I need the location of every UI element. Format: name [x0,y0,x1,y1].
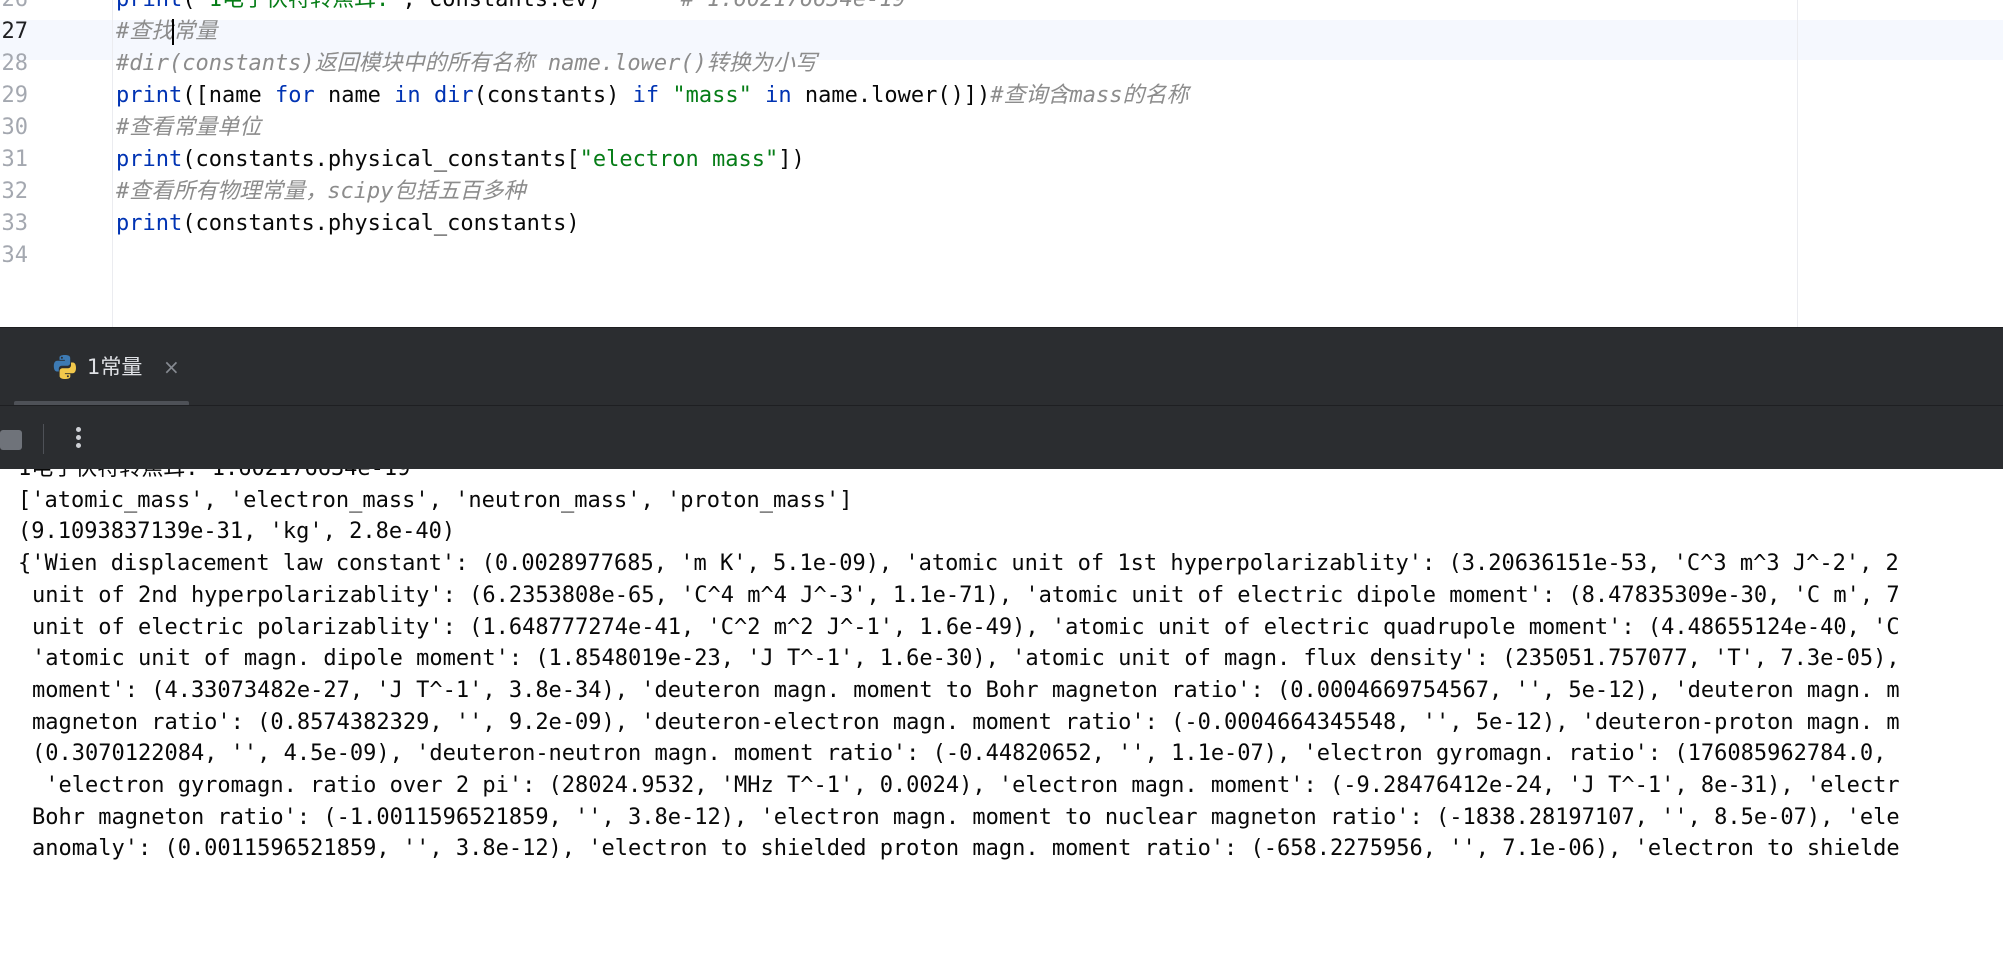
code-token: #查看常量单位 [116,115,262,140]
code-token: name.lower()]) [791,83,991,108]
code-token: #查看所有物理常量，scipy包括五百多种 [116,179,526,204]
code-token: dir [433,83,474,108]
console-line: anomaly': (0.0011596521859, '', 3.8e-12)… [32,836,1900,862]
toolbar-separator [43,424,44,454]
code-token: print [116,147,183,172]
code-token: name [314,83,395,108]
code-token: if [632,83,660,108]
code-token: in [765,83,792,108]
code-token: , constants.ev) [402,0,601,12]
code-token: "electron mass" [579,147,779,172]
run-tab[interactable]: 1常量 × [14,328,190,406]
code-token: # 1.602176634e-19 [681,0,906,12]
code-token: #查找 [116,19,174,44]
run-tool-window-header: 1常量 × [0,327,2003,406]
python-icon [53,355,76,379]
code-token: print [116,83,183,108]
code-token: for [274,83,315,108]
code-token: ([name [182,83,275,108]
code-token: ]) [778,147,805,172]
code-token: #dir(constants)返回模块中的所有名称 name.lower()转换… [116,51,817,76]
line-number: 34 [1,243,29,268]
code-token: print [116,0,182,12]
code-token: 常量 [173,19,218,44]
code-token: (constants.physical_constants[ [182,147,580,172]
code-token: '1电子伏特转焦耳:' [195,0,402,12]
code-token: "mass" [672,83,752,108]
code-token: (constants.physical_constants) [182,211,580,236]
stop-icon[interactable] [0,430,22,450]
more-vertical-icon[interactable] [70,424,86,454]
close-icon[interactable]: × [163,352,180,382]
run-toolbar [0,405,2003,470]
code-token: (constants) [473,83,633,108]
console-output[interactable]: 1电子伏特转焦耳: 1.602176634e-19['atomic_mass',… [0,469,2003,976]
code-editor[interactable]: 26print('1电子伏特转焦耳:', constants.ev) # 1.6… [0,0,2003,327]
run-tab-label: 1常量 [87,355,143,379]
code-line[interactable]: 34 [0,236,2003,276]
code-token: in [394,83,421,108]
code-token: print [116,211,183,236]
code-token: #查询含mass的名称 [990,83,1189,108]
code-token: ( [182,0,195,12]
